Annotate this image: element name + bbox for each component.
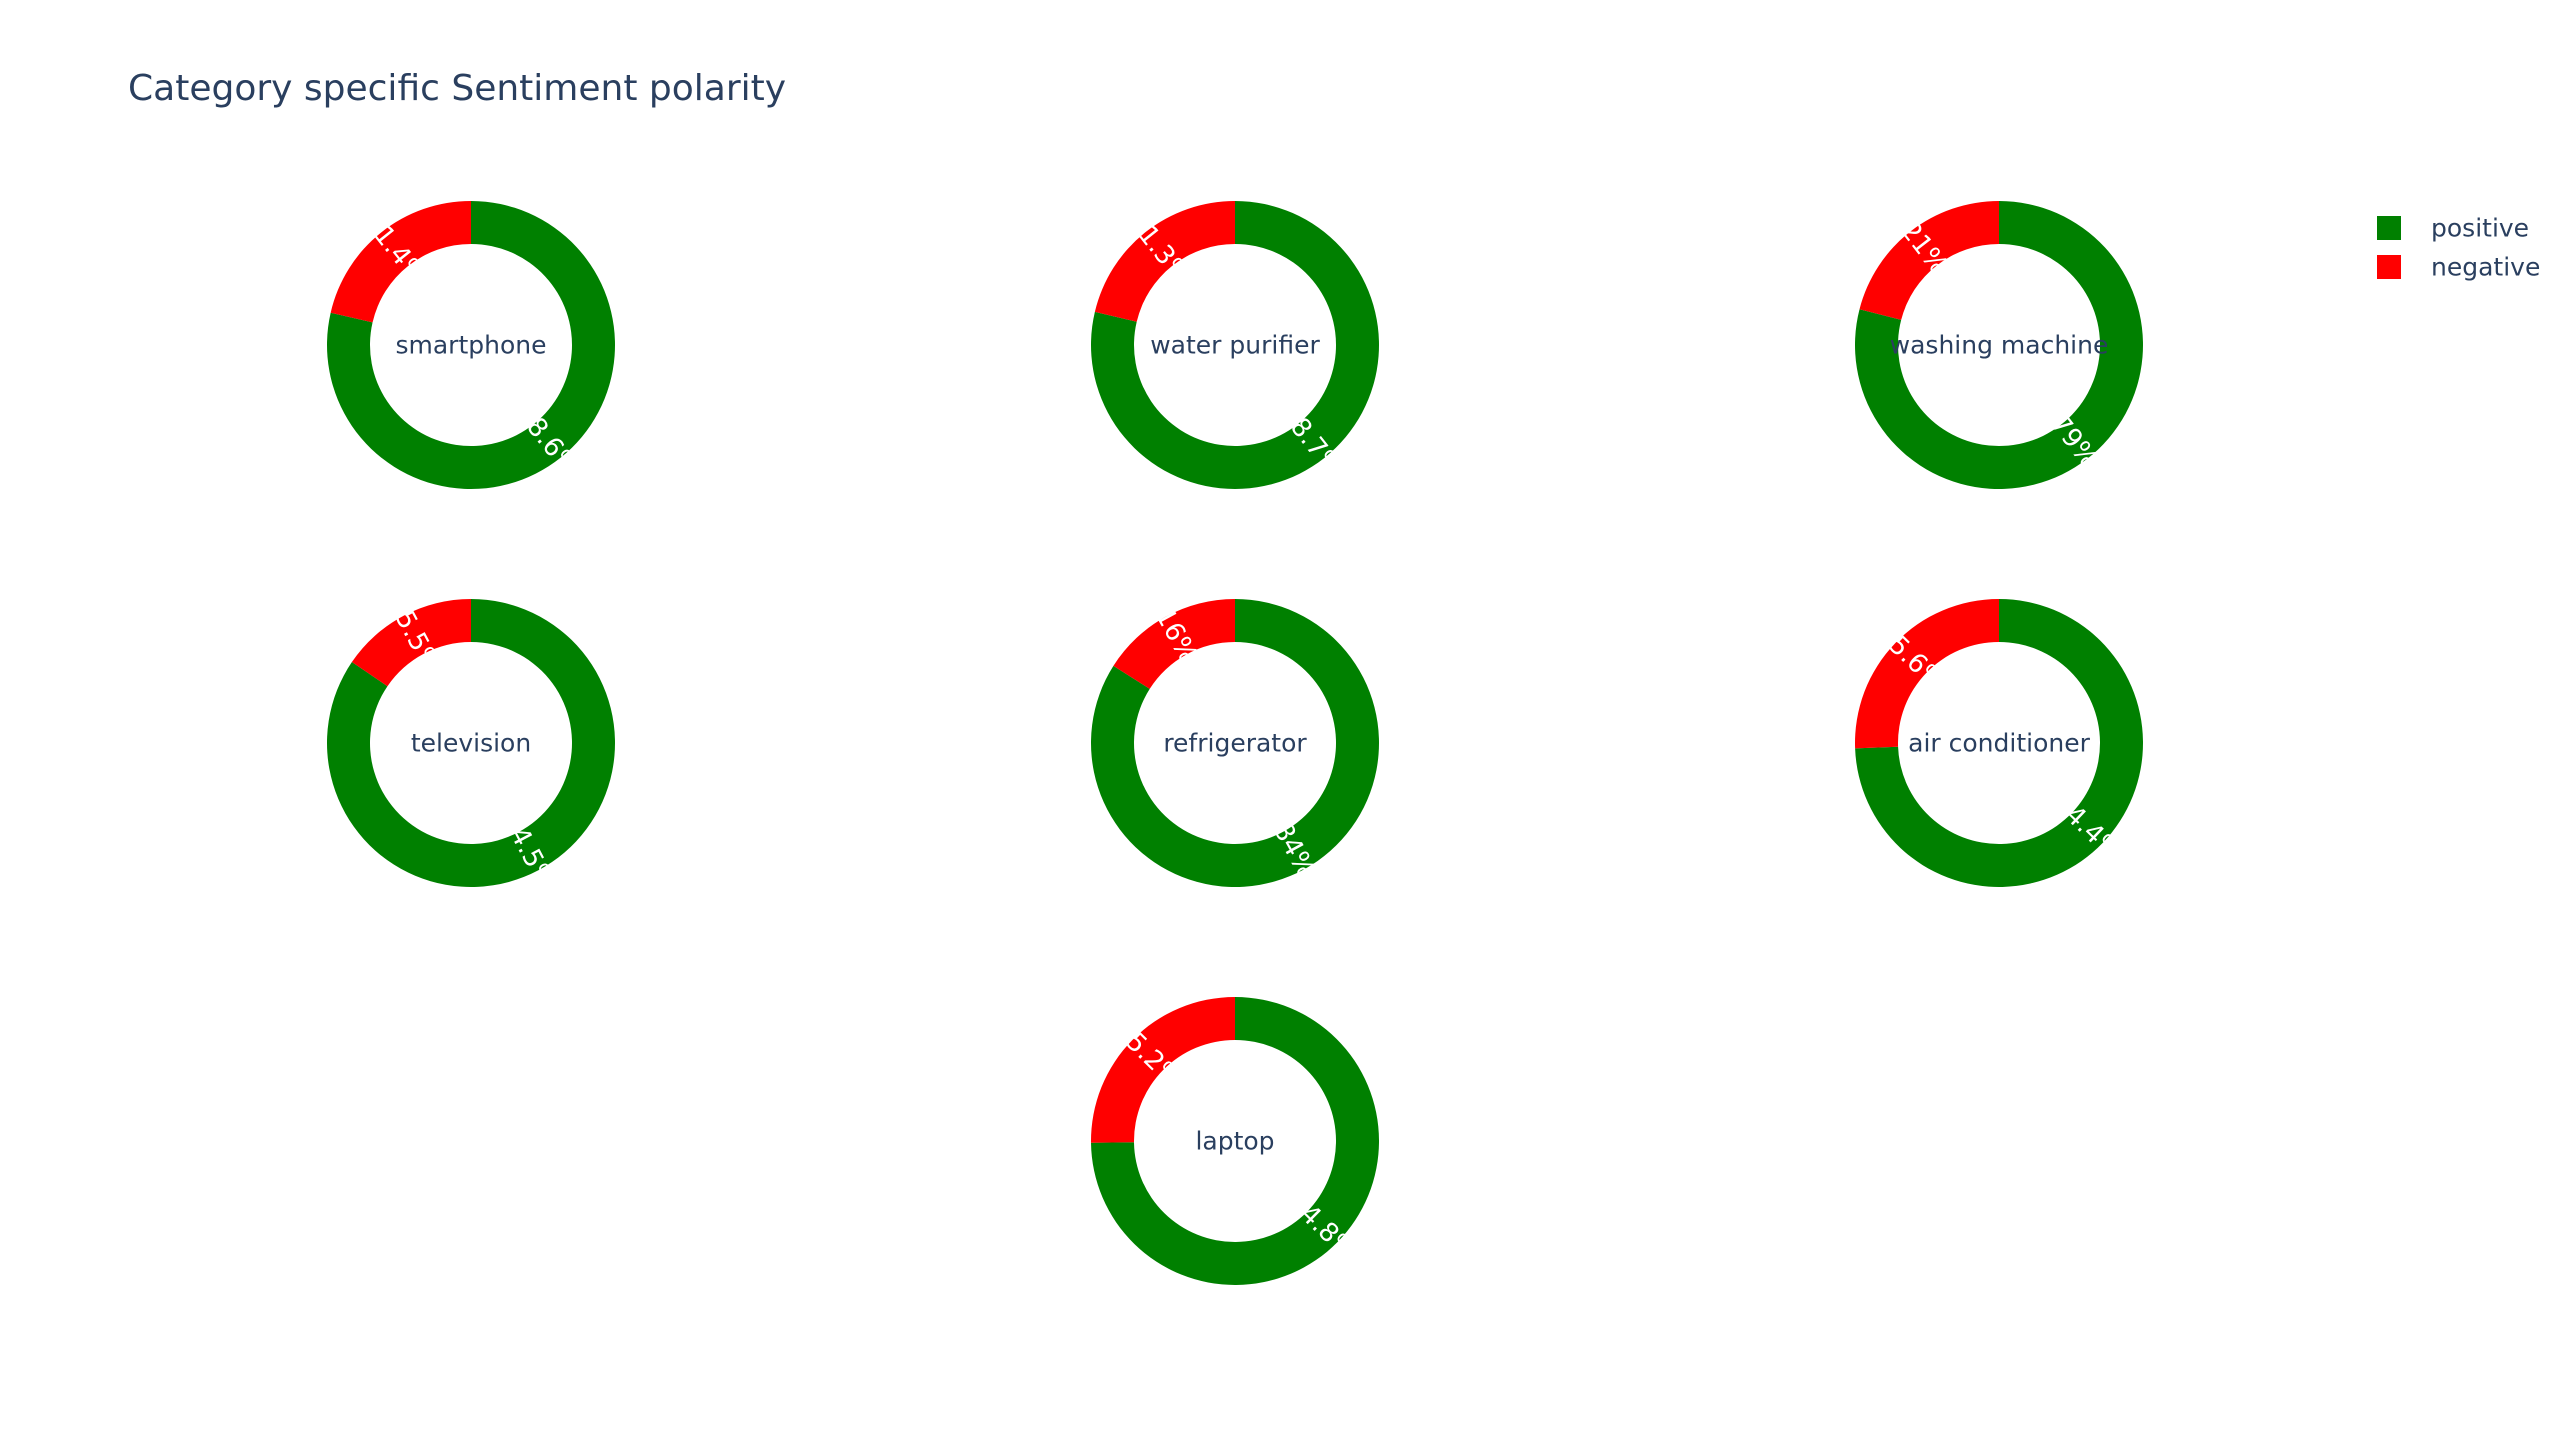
donut-water-purifier: 78.7%21.3%water purifier	[1091, 201, 1379, 490]
donut-washing-machine: 79%21%washing machine	[1855, 200, 2143, 489]
legend-label: negative	[2431, 253, 2540, 282]
donut-center-label: washing machine	[1890, 331, 2109, 360]
donut-air-conditioner: 74.4%25.6%air conditioner	[1855, 599, 2143, 888]
legend-swatch	[2377, 255, 2401, 279]
sentiment-donut-chart: Category specific Sentiment polarity 78.…	[128, 68, 2540, 1285]
donut-center-label: smartphone	[395, 331, 546, 360]
legend-label: positive	[2431, 214, 2529, 243]
chart-title: Category specific Sentiment polarity	[128, 68, 786, 109]
donut-grid: 78.6%21.4%smartphone 78.7%21.3%water puri…	[326, 200, 2143, 1285]
donut-center-label: laptop	[1195, 1127, 1274, 1156]
donut-center-label: air conditioner	[1908, 729, 2090, 758]
legend-swatch	[2377, 216, 2401, 240]
donut-refrigerator: 84%16%refrigerator	[1091, 599, 1380, 888]
legend-item-negative[interactable]: negative	[2377, 253, 2540, 282]
legend-item-positive[interactable]: positive	[2377, 214, 2529, 243]
donut-television: 84.5%15.5%television	[326, 591, 616, 895]
donut-center-label: water purifier	[1150, 331, 1320, 360]
donut-laptop: 74.8%25.2%laptop	[1091, 997, 1379, 1285]
legend[interactable]: positive negative	[2377, 214, 2540, 282]
donut-center-label: refrigerator	[1163, 729, 1307, 758]
donut-center-label: television	[411, 729, 531, 758]
donut-smartphone: 78.6%21.4%smartphone	[327, 201, 615, 490]
